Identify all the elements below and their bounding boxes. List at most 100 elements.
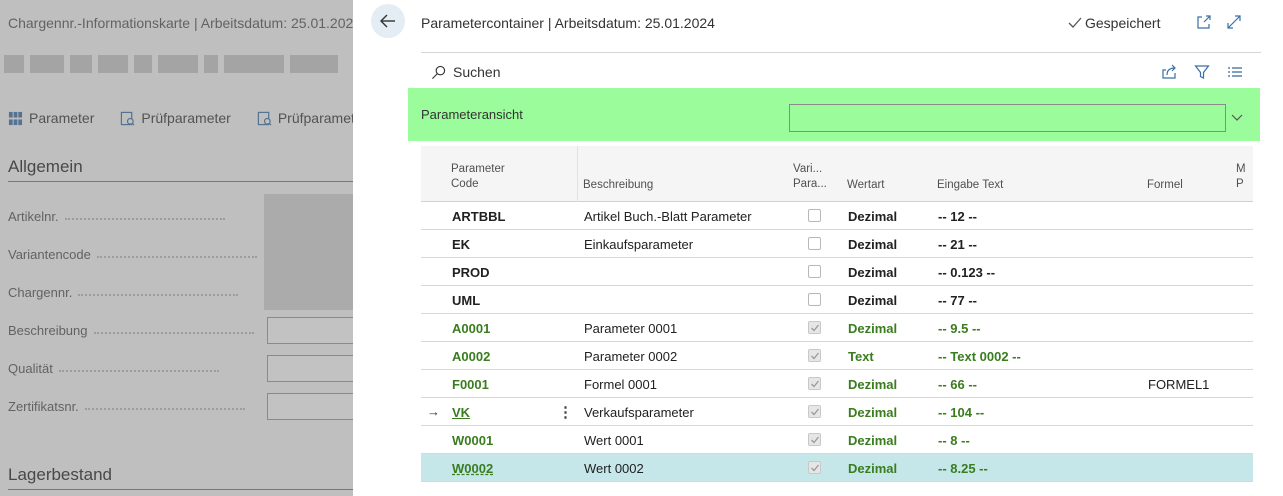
table-row[interactable]: → ⋮ VK Verkaufsparameter Dezimal -- 104 -- [421, 398, 1253, 426]
cell-wertart: Dezimal [848, 377, 898, 392]
column-header-beschreibung[interactable]: Beschreibung [583, 178, 653, 193]
checkmark-icon [811, 324, 820, 332]
arrow-left-icon [380, 14, 395, 28]
column-header-formel[interactable]: Formel [1147, 178, 1183, 193]
variant-parameter-checkbox[interactable] [808, 237, 821, 250]
open-new-window-icon [1197, 15, 1211, 29]
header-line: Code [451, 178, 479, 190]
cell-wertart: Dezimal [848, 265, 898, 280]
cell-parameter-code[interactable]: EK [452, 237, 470, 252]
cell-parameter-code[interactable]: A0001 [452, 321, 490, 336]
row-menu-icon[interactable]: ⋮ [558, 403, 573, 421]
cell-eingabe-text: -- 8 -- [938, 433, 970, 448]
search-icon [432, 65, 446, 79]
variant-parameter-checkbox[interactable] [808, 433, 821, 446]
column-header-wertart[interactable]: Wertart [847, 178, 885, 193]
cell-wertart: Dezimal [848, 461, 898, 476]
expand-button[interactable] [1226, 14, 1244, 32]
list-view-button[interactable] [1227, 64, 1245, 82]
variant-parameter-checkbox[interactable] [808, 349, 821, 362]
checkmark-icon [1068, 17, 1082, 28]
cell-eingabe-text: -- Text 0002 -- [938, 349, 1021, 364]
parameter-container-dialog: Parametercontainer | Arbeitsdatum: 25.01… [353, 0, 1283, 496]
cell-wertart: Dezimal [848, 237, 898, 252]
header-line: Vari... [793, 163, 823, 175]
cell-eingabe-text: -- 12 -- [938, 209, 977, 224]
list-icon [1228, 67, 1242, 77]
cell-beschreibung: Verkaufsparameter [584, 405, 694, 420]
table-row[interactable]: ARTBBL Artikel Buch.-Blatt Parameter Dezim… [421, 202, 1253, 230]
variant-parameter-checkbox[interactable] [808, 321, 821, 334]
dialog-title: Parametercontainer | Arbeitsdatum: 25.01… [421, 15, 715, 31]
checkmark-icon [811, 352, 820, 360]
header-line: P [1236, 178, 1244, 190]
cell-parameter-code[interactable]: W0001 [452, 433, 493, 448]
cell-parameter-code[interactable]: PROD [452, 265, 490, 280]
column-header-eingabe-text[interactable]: Eingabe Text [937, 178, 1003, 193]
back-button[interactable] [371, 4, 405, 38]
parameter-table: Parameter Code Beschreibung Vari... Para… [421, 146, 1253, 496]
parameter-view-label: Parameteransicht [421, 107, 523, 122]
open-in-new-window-button[interactable] [1196, 14, 1214, 32]
current-row-arrow-icon: → [427, 404, 440, 419]
variant-parameter-checkbox[interactable] [808, 405, 821, 418]
table-row[interactable]: UML Dezimal -- 77 -- [421, 286, 1253, 314]
variant-parameter-checkbox[interactable] [808, 265, 821, 278]
table-row[interactable]: W0001 Wert 0001 Dezimal -- 8 -- [421, 426, 1253, 454]
table-row[interactable]: W0002 Wert 0002 Dezimal -- 8.25 -- [421, 454, 1253, 482]
column-header-parameter-code[interactable]: Parameter Code [451, 162, 505, 192]
table-row[interactable]: EK Einkaufsparameter Dezimal -- 21 -- [421, 230, 1253, 258]
variant-parameter-checkbox[interactable] [808, 461, 821, 474]
checkmark-icon [811, 408, 820, 416]
header-line: M [1236, 163, 1246, 175]
modal-overlay [0, 0, 353, 496]
cell-eingabe-text: -- 66 -- [938, 377, 977, 392]
search-button[interactable]: Suchen [431, 64, 500, 80]
checkmark-icon [811, 380, 820, 388]
search-label: Suchen [453, 64, 501, 80]
column-header-variante[interactable]: Vari... Para... [793, 162, 827, 192]
cell-wertart: Dezimal [848, 405, 898, 420]
cell-eingabe-text: -- 8.25 -- [938, 461, 988, 476]
table-row[interactable]: F0001 Formel 0001 Dezimal -- 66 -- FORMEL1 [421, 370, 1253, 398]
variant-parameter-checkbox[interactable] [808, 293, 821, 306]
background-card-page: Chargennr.-Informationskarte | Arbeitsda… [0, 0, 353, 496]
cell-beschreibung: Parameter 0001 [584, 321, 678, 336]
saved-status: Gespeichert [1068, 15, 1160, 31]
cell-eingabe-text: -- 0.123 -- [938, 265, 996, 280]
table-row[interactable]: A0002 Parameter 0002 Text -- Text 0002 -- [421, 342, 1253, 370]
cell-wertart: Dezimal [848, 321, 898, 336]
cell-wertart: Text [848, 349, 874, 364]
cell-parameter-code[interactable]: F0001 [452, 377, 489, 392]
share-button[interactable] [1161, 64, 1179, 82]
cell-beschreibung: Wert 0001 [584, 433, 644, 448]
cell-eingabe-text: -- 9.5 -- [938, 321, 981, 336]
parameter-view-filter-bar: Parameteransicht [408, 88, 1260, 141]
cell-beschreibung: Artikel Buch.-Blatt Parameter [584, 209, 752, 224]
variant-parameter-checkbox[interactable] [808, 209, 821, 222]
cell-parameter-code[interactable]: A0002 [452, 349, 490, 364]
cell-eingabe-text: -- 21 -- [938, 237, 977, 252]
checkmark-icon [811, 436, 820, 444]
cell-parameter-code[interactable]: W0002 [452, 461, 493, 476]
table-row[interactable]: PROD Dezimal -- 0.123 -- [421, 258, 1253, 286]
expand-icon [1227, 15, 1241, 29]
chevron-down-icon[interactable] [1230, 110, 1244, 124]
table-row[interactable]: A0001 Parameter 0001 Dezimal -- 9.5 -- [421, 314, 1253, 342]
cell-parameter-code[interactable]: ARTBBL [452, 209, 505, 224]
cell-eingabe-text: -- 77 -- [938, 293, 977, 308]
cell-beschreibung: Wert 0002 [584, 461, 644, 476]
table-header: Parameter Code Beschreibung Vari... Para… [421, 146, 1253, 202]
cell-parameter-code[interactable]: UML [452, 293, 480, 308]
cell-wertart: Dezimal [848, 433, 898, 448]
filter-button[interactable] [1194, 64, 1212, 82]
column-header-truncated[interactable]: M P [1236, 162, 1246, 192]
variant-parameter-checkbox[interactable] [808, 377, 821, 390]
cell-formel: FORMEL1 [1148, 377, 1210, 392]
cell-parameter-code[interactable]: VK [452, 405, 470, 420]
saved-label: Gespeichert [1085, 15, 1161, 31]
parameter-view-select[interactable] [789, 104, 1226, 132]
checkmark-icon [811, 464, 820, 472]
cell-wertart: Dezimal [848, 209, 898, 224]
filter-icon [1194, 65, 1210, 79]
